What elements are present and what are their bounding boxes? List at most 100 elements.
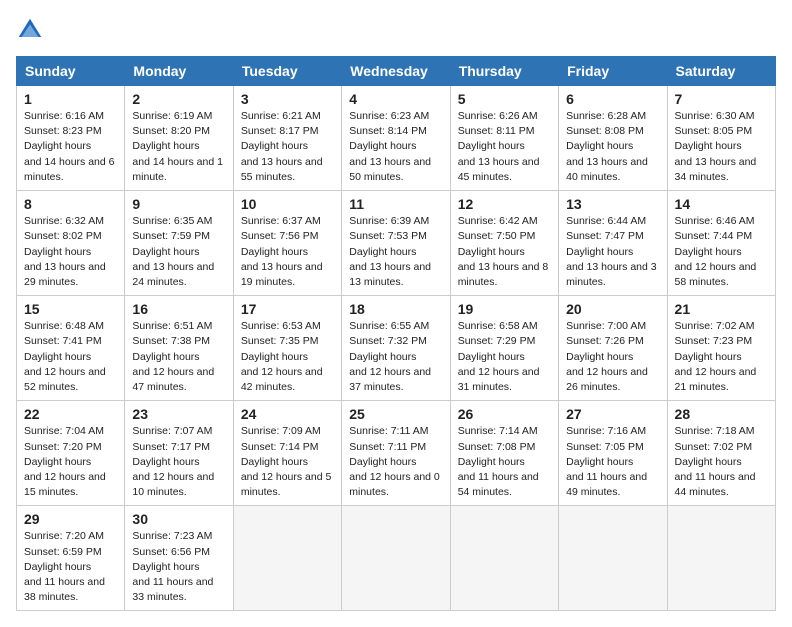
day-number: 28	[675, 406, 768, 422]
empty-cell	[667, 506, 775, 611]
day-number: 24	[241, 406, 334, 422]
day-info: Sunrise: 7:16 AMSunset: 7:05 PMDaylight …	[566, 425, 647, 498]
day-number: 22	[24, 406, 117, 422]
weekday-header-wednesday: Wednesday	[342, 57, 450, 86]
day-info: Sunrise: 7:02 AMSunset: 7:23 PMDaylight …	[675, 320, 757, 393]
day-number: 2	[132, 91, 225, 107]
day-number: 13	[566, 196, 659, 212]
empty-cell	[342, 506, 450, 611]
day-info: Sunrise: 6:30 AMSunset: 8:05 PMDaylight …	[675, 110, 757, 183]
day-number: 29	[24, 511, 117, 527]
day-number: 25	[349, 406, 442, 422]
weekday-header-saturday: Saturday	[667, 57, 775, 86]
day-info: Sunrise: 6:58 AMSunset: 7:29 PMDaylight …	[458, 320, 540, 393]
day-number: 16	[132, 301, 225, 317]
weekday-header-tuesday: Tuesday	[233, 57, 341, 86]
day-info: Sunrise: 6:53 AMSunset: 7:35 PMDaylight …	[241, 320, 323, 393]
day-info: Sunrise: 7:18 AMSunset: 7:02 PMDaylight …	[675, 425, 756, 498]
day-cell-24: 24 Sunrise: 7:09 AMSunset: 7:14 PMDayligh…	[233, 401, 341, 506]
day-cell-23: 23 Sunrise: 7:07 AMSunset: 7:17 PMDayligh…	[125, 401, 233, 506]
weekday-header-monday: Monday	[125, 57, 233, 86]
day-number: 10	[241, 196, 334, 212]
empty-cell	[559, 506, 667, 611]
day-number: 23	[132, 406, 225, 422]
day-cell-21: 21 Sunrise: 7:02 AMSunset: 7:23 PMDayligh…	[667, 296, 775, 401]
day-number: 30	[132, 511, 225, 527]
day-number: 6	[566, 91, 659, 107]
day-info: Sunrise: 7:07 AMSunset: 7:17 PMDaylight …	[132, 425, 214, 498]
day-cell-4: 4 Sunrise: 6:23 AMSunset: 8:14 PMDaylight…	[342, 86, 450, 191]
weekday-header-thursday: Thursday	[450, 57, 558, 86]
day-number: 21	[675, 301, 768, 317]
day-cell-2: 2 Sunrise: 6:19 AMSunset: 8:20 PMDaylight…	[125, 86, 233, 191]
day-info: Sunrise: 6:21 AMSunset: 8:17 PMDaylight …	[241, 110, 323, 183]
day-number: 18	[349, 301, 442, 317]
day-info: Sunrise: 6:46 AMSunset: 7:44 PMDaylight …	[675, 215, 757, 288]
day-cell-10: 10 Sunrise: 6:37 AMSunset: 7:56 PMDayligh…	[233, 191, 341, 296]
day-info: Sunrise: 6:48 AMSunset: 7:41 PMDaylight …	[24, 320, 106, 393]
day-cell-15: 15 Sunrise: 6:48 AMSunset: 7:41 PMDayligh…	[17, 296, 125, 401]
day-info: Sunrise: 6:32 AMSunset: 8:02 PMDaylight …	[24, 215, 106, 288]
day-cell-26: 26 Sunrise: 7:14 AMSunset: 7:08 PMDayligh…	[450, 401, 558, 506]
day-info: Sunrise: 6:35 AMSunset: 7:59 PMDaylight …	[132, 215, 214, 288]
day-cell-1: 1 Sunrise: 6:16 AMSunset: 8:23 PMDaylight…	[17, 86, 125, 191]
day-cell-13: 13 Sunrise: 6:44 AMSunset: 7:47 PMDayligh…	[559, 191, 667, 296]
empty-cell	[450, 506, 558, 611]
day-cell-18: 18 Sunrise: 6:55 AMSunset: 7:32 PMDayligh…	[342, 296, 450, 401]
day-info: Sunrise: 7:14 AMSunset: 7:08 PMDaylight …	[458, 425, 539, 498]
day-number: 27	[566, 406, 659, 422]
day-cell-6: 6 Sunrise: 6:28 AMSunset: 8:08 PMDaylight…	[559, 86, 667, 191]
day-number: 14	[675, 196, 768, 212]
day-number: 26	[458, 406, 551, 422]
day-cell-19: 19 Sunrise: 6:58 AMSunset: 7:29 PMDayligh…	[450, 296, 558, 401]
page-header	[16, 16, 776, 44]
day-cell-7: 7 Sunrise: 6:30 AMSunset: 8:05 PMDaylight…	[667, 86, 775, 191]
day-number: 7	[675, 91, 768, 107]
day-cell-3: 3 Sunrise: 6:21 AMSunset: 8:17 PMDaylight…	[233, 86, 341, 191]
day-cell-9: 9 Sunrise: 6:35 AMSunset: 7:59 PMDaylight…	[125, 191, 233, 296]
calendar-table: SundayMondayTuesdayWednesdayThursdayFrid…	[16, 56, 776, 611]
day-info: Sunrise: 7:00 AMSunset: 7:26 PMDaylight …	[566, 320, 648, 393]
day-info: Sunrise: 6:55 AMSunset: 7:32 PMDaylight …	[349, 320, 431, 393]
day-cell-20: 20 Sunrise: 7:00 AMSunset: 7:26 PMDayligh…	[559, 296, 667, 401]
day-cell-28: 28 Sunrise: 7:18 AMSunset: 7:02 PMDayligh…	[667, 401, 775, 506]
logo	[16, 16, 48, 44]
day-info: Sunrise: 6:44 AMSunset: 7:47 PMDaylight …	[566, 215, 657, 288]
day-info: Sunrise: 6:51 AMSunset: 7:38 PMDaylight …	[132, 320, 214, 393]
day-cell-8: 8 Sunrise: 6:32 AMSunset: 8:02 PMDaylight…	[17, 191, 125, 296]
day-cell-16: 16 Sunrise: 6:51 AMSunset: 7:38 PMDayligh…	[125, 296, 233, 401]
day-number: 9	[132, 196, 225, 212]
day-cell-17: 17 Sunrise: 6:53 AMSunset: 7:35 PMDayligh…	[233, 296, 341, 401]
day-info: Sunrise: 6:23 AMSunset: 8:14 PMDaylight …	[349, 110, 431, 183]
day-info: Sunrise: 7:11 AMSunset: 7:11 PMDaylight …	[349, 425, 440, 498]
day-cell-14: 14 Sunrise: 6:46 AMSunset: 7:44 PMDayligh…	[667, 191, 775, 296]
weekday-header-friday: Friday	[559, 57, 667, 86]
day-info: Sunrise: 7:09 AMSunset: 7:14 PMDaylight …	[241, 425, 332, 498]
day-info: Sunrise: 6:28 AMSunset: 8:08 PMDaylight …	[566, 110, 648, 183]
day-info: Sunrise: 6:26 AMSunset: 8:11 PMDaylight …	[458, 110, 540, 183]
weekday-header-sunday: Sunday	[17, 57, 125, 86]
day-cell-12: 12Sunrise: 6:42 AMSunset: 7:50 PMDayligh…	[450, 191, 558, 296]
day-number: 3	[241, 91, 334, 107]
day-number: 8	[24, 196, 117, 212]
logo-icon	[16, 16, 44, 44]
day-number: 4	[349, 91, 442, 107]
day-info: Sunrise: 6:39 AMSunset: 7:53 PMDaylight …	[349, 215, 431, 288]
day-info: Sunrise: 6:16 AMSunset: 8:23 PMDaylight …	[24, 110, 115, 183]
day-info: Sunrise: 6:37 AMSunset: 7:56 PMDaylight …	[241, 215, 323, 288]
day-info: Sunrise: 7:23 AMSunset: 6:56 PMDaylight …	[132, 530, 213, 603]
day-cell-5: 5 Sunrise: 6:26 AMSunset: 8:11 PMDaylight…	[450, 86, 558, 191]
day-number: 15	[24, 301, 117, 317]
day-info: Sunrise: 6:19 AMSunset: 8:20 PMDaylight …	[132, 110, 223, 183]
day-number: 17	[241, 301, 334, 317]
day-cell-27: 27 Sunrise: 7:16 AMSunset: 7:05 PMDayligh…	[559, 401, 667, 506]
empty-cell	[233, 506, 341, 611]
day-number: 20	[566, 301, 659, 317]
day-number: 1	[24, 91, 117, 107]
day-cell-22: 22Sunrise: 7:04 AMSunset: 7:20 PMDayligh…	[17, 401, 125, 506]
day-number: 12	[458, 196, 551, 212]
day-number: 19	[458, 301, 551, 317]
day-cell-11: 11Sunrise: 6:39 AMSunset: 7:53 PMDayligh…	[342, 191, 450, 296]
day-info: Sunrise: 7:20 AMSunset: 6:59 PMDaylight …	[24, 530, 105, 603]
day-number: 5	[458, 91, 551, 107]
